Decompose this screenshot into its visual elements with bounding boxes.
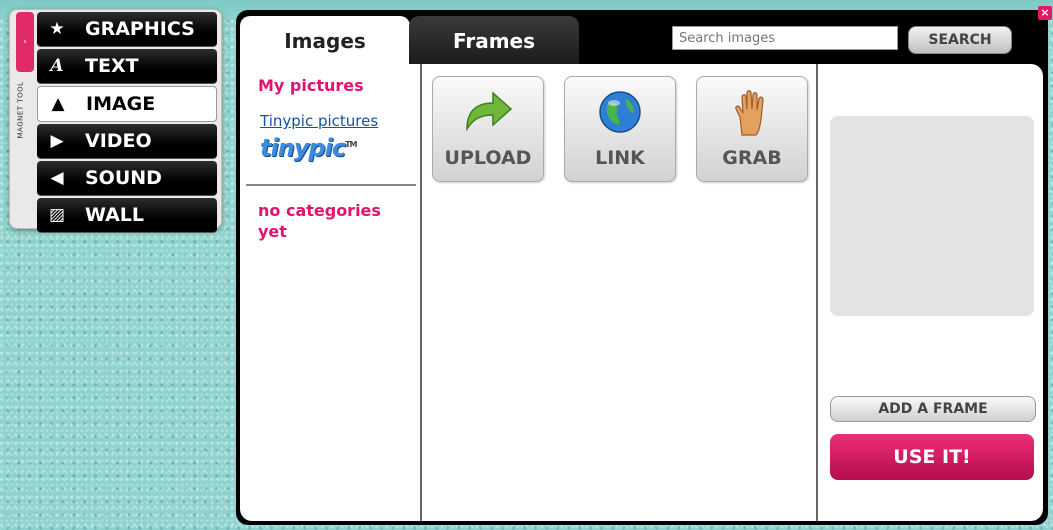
tool-item-sound[interactable]: ◀ SOUND <box>37 161 217 196</box>
star-icon: ★ <box>49 19 65 39</box>
search-button[interactable]: SEARCH <box>908 26 1012 54</box>
tool-item-label: TEXT <box>85 55 139 77</box>
dialog-content: My pictures Tinypic pictures tinypicTM n… <box>240 64 1043 521</box>
upload-label: UPLOAD <box>444 147 532 169</box>
tool-item-image[interactable]: ▲ IMAGE <box>37 86 217 122</box>
tool-list: ★ GRAPHICS A TEXT ▲ IMAGE ▶ VIDEO ◀ SOUN… <box>37 12 217 235</box>
grab-label: GRAB <box>722 147 782 169</box>
tab-frames[interactable]: Frames <box>409 16 579 66</box>
collapse-chevron-icon[interactable]: ‹ <box>16 12 34 72</box>
tool-item-label: VIDEO <box>85 130 152 152</box>
tool-item-graphics[interactable]: ★ GRAPHICS <box>37 12 217 47</box>
image-icon: ▲ <box>51 94 65 114</box>
text-icon: A <box>50 56 64 76</box>
close-icon[interactable]: × <box>1038 6 1052 20</box>
search-input[interactable] <box>672 26 898 50</box>
magnet-tool-tab[interactable]: ‹ MAGNET TOOL <box>16 12 36 170</box>
tool-item-label: WALL <box>85 204 145 226</box>
tool-item-wall[interactable]: ▨ WALL <box>37 198 217 233</box>
divider <box>246 184 416 186</box>
tool-item-video[interactable]: ▶ VIDEO <box>37 124 217 159</box>
hand-icon <box>697 89 807 146</box>
grab-button[interactable]: GRAB <box>696 76 808 182</box>
tinypic-pictures-link[interactable]: Tinypic pictures <box>260 112 378 130</box>
my-pictures-heading[interactable]: My pictures <box>258 76 364 95</box>
divider <box>816 64 818 521</box>
use-it-button[interactable]: USE IT! <box>830 434 1034 480</box>
speaker-icon: ◀ <box>50 168 64 188</box>
tool-item-label: SOUND <box>85 167 162 189</box>
upload-button[interactable]: UPLOAD <box>432 76 544 182</box>
image-picker-dialog: × Images Frames SEARCH My pictures Tinyp… <box>236 6 1052 525</box>
trademark-mark: TM <box>345 140 357 149</box>
link-button[interactable]: LINK <box>564 76 676 182</box>
add-frame-button[interactable]: ADD A FRAME <box>830 396 1036 422</box>
categories-column: My pictures Tinypic pictures tinypicTM n… <box>240 64 422 521</box>
link-label: LINK <box>595 147 645 169</box>
wall-icon: ▨ <box>48 205 66 225</box>
globe-icon <box>565 89 675 144</box>
tool-item-text[interactable]: A TEXT <box>37 49 217 84</box>
no-categories-text: no categories yet <box>258 201 381 241</box>
tool-item-label: IMAGE <box>86 93 156 115</box>
tinypic-logo-text: tinypic <box>260 134 346 162</box>
image-preview <box>830 116 1034 316</box>
magnet-tool-panel: ‹ MAGNET TOOL ★ GRAPHICS A TEXT ▲ IMAGE … <box>9 9 222 233</box>
arrow-icon <box>433 89 543 142</box>
tool-item-label: GRAPHICS <box>85 18 195 40</box>
tinypic-logo[interactable]: tinypicTM <box>260 134 358 162</box>
video-icon: ▶ <box>50 131 64 151</box>
magnet-tool-label: MAGNET TOOL <box>16 81 25 139</box>
tab-images[interactable]: Images <box>240 16 410 66</box>
